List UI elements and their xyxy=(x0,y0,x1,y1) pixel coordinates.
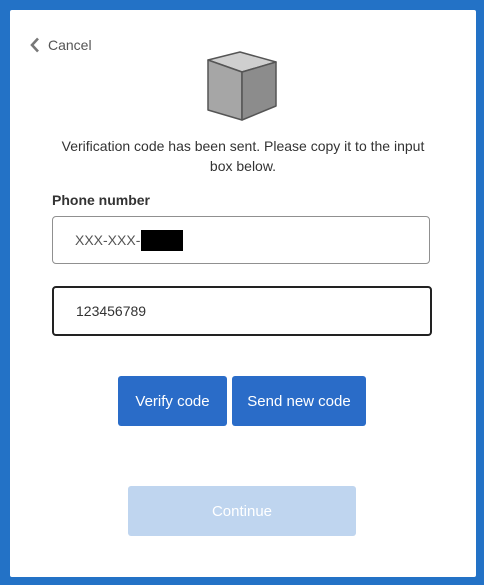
phone-number-value: XXX-XXX- xyxy=(75,232,141,248)
redaction-block xyxy=(141,229,184,251)
verify-code-button[interactable]: Verify code xyxy=(118,376,227,426)
send-new-code-button[interactable]: Send new code xyxy=(232,376,366,426)
phone-number-label: Phone number xyxy=(52,192,151,208)
phone-number-field: XXX-XXX- xyxy=(52,216,430,264)
chevron-left-icon xyxy=(30,37,40,53)
verification-message: Verification code has been sent. Please … xyxy=(61,138,425,174)
continue-button[interactable]: Continue xyxy=(128,486,356,536)
cancel-label: Cancel xyxy=(48,37,92,53)
verification-card: Cancel Verification code has been sent. … xyxy=(10,10,476,577)
cancel-link[interactable]: Cancel xyxy=(30,36,92,54)
verification-code-input[interactable] xyxy=(52,286,432,336)
cube-icon xyxy=(206,50,278,122)
